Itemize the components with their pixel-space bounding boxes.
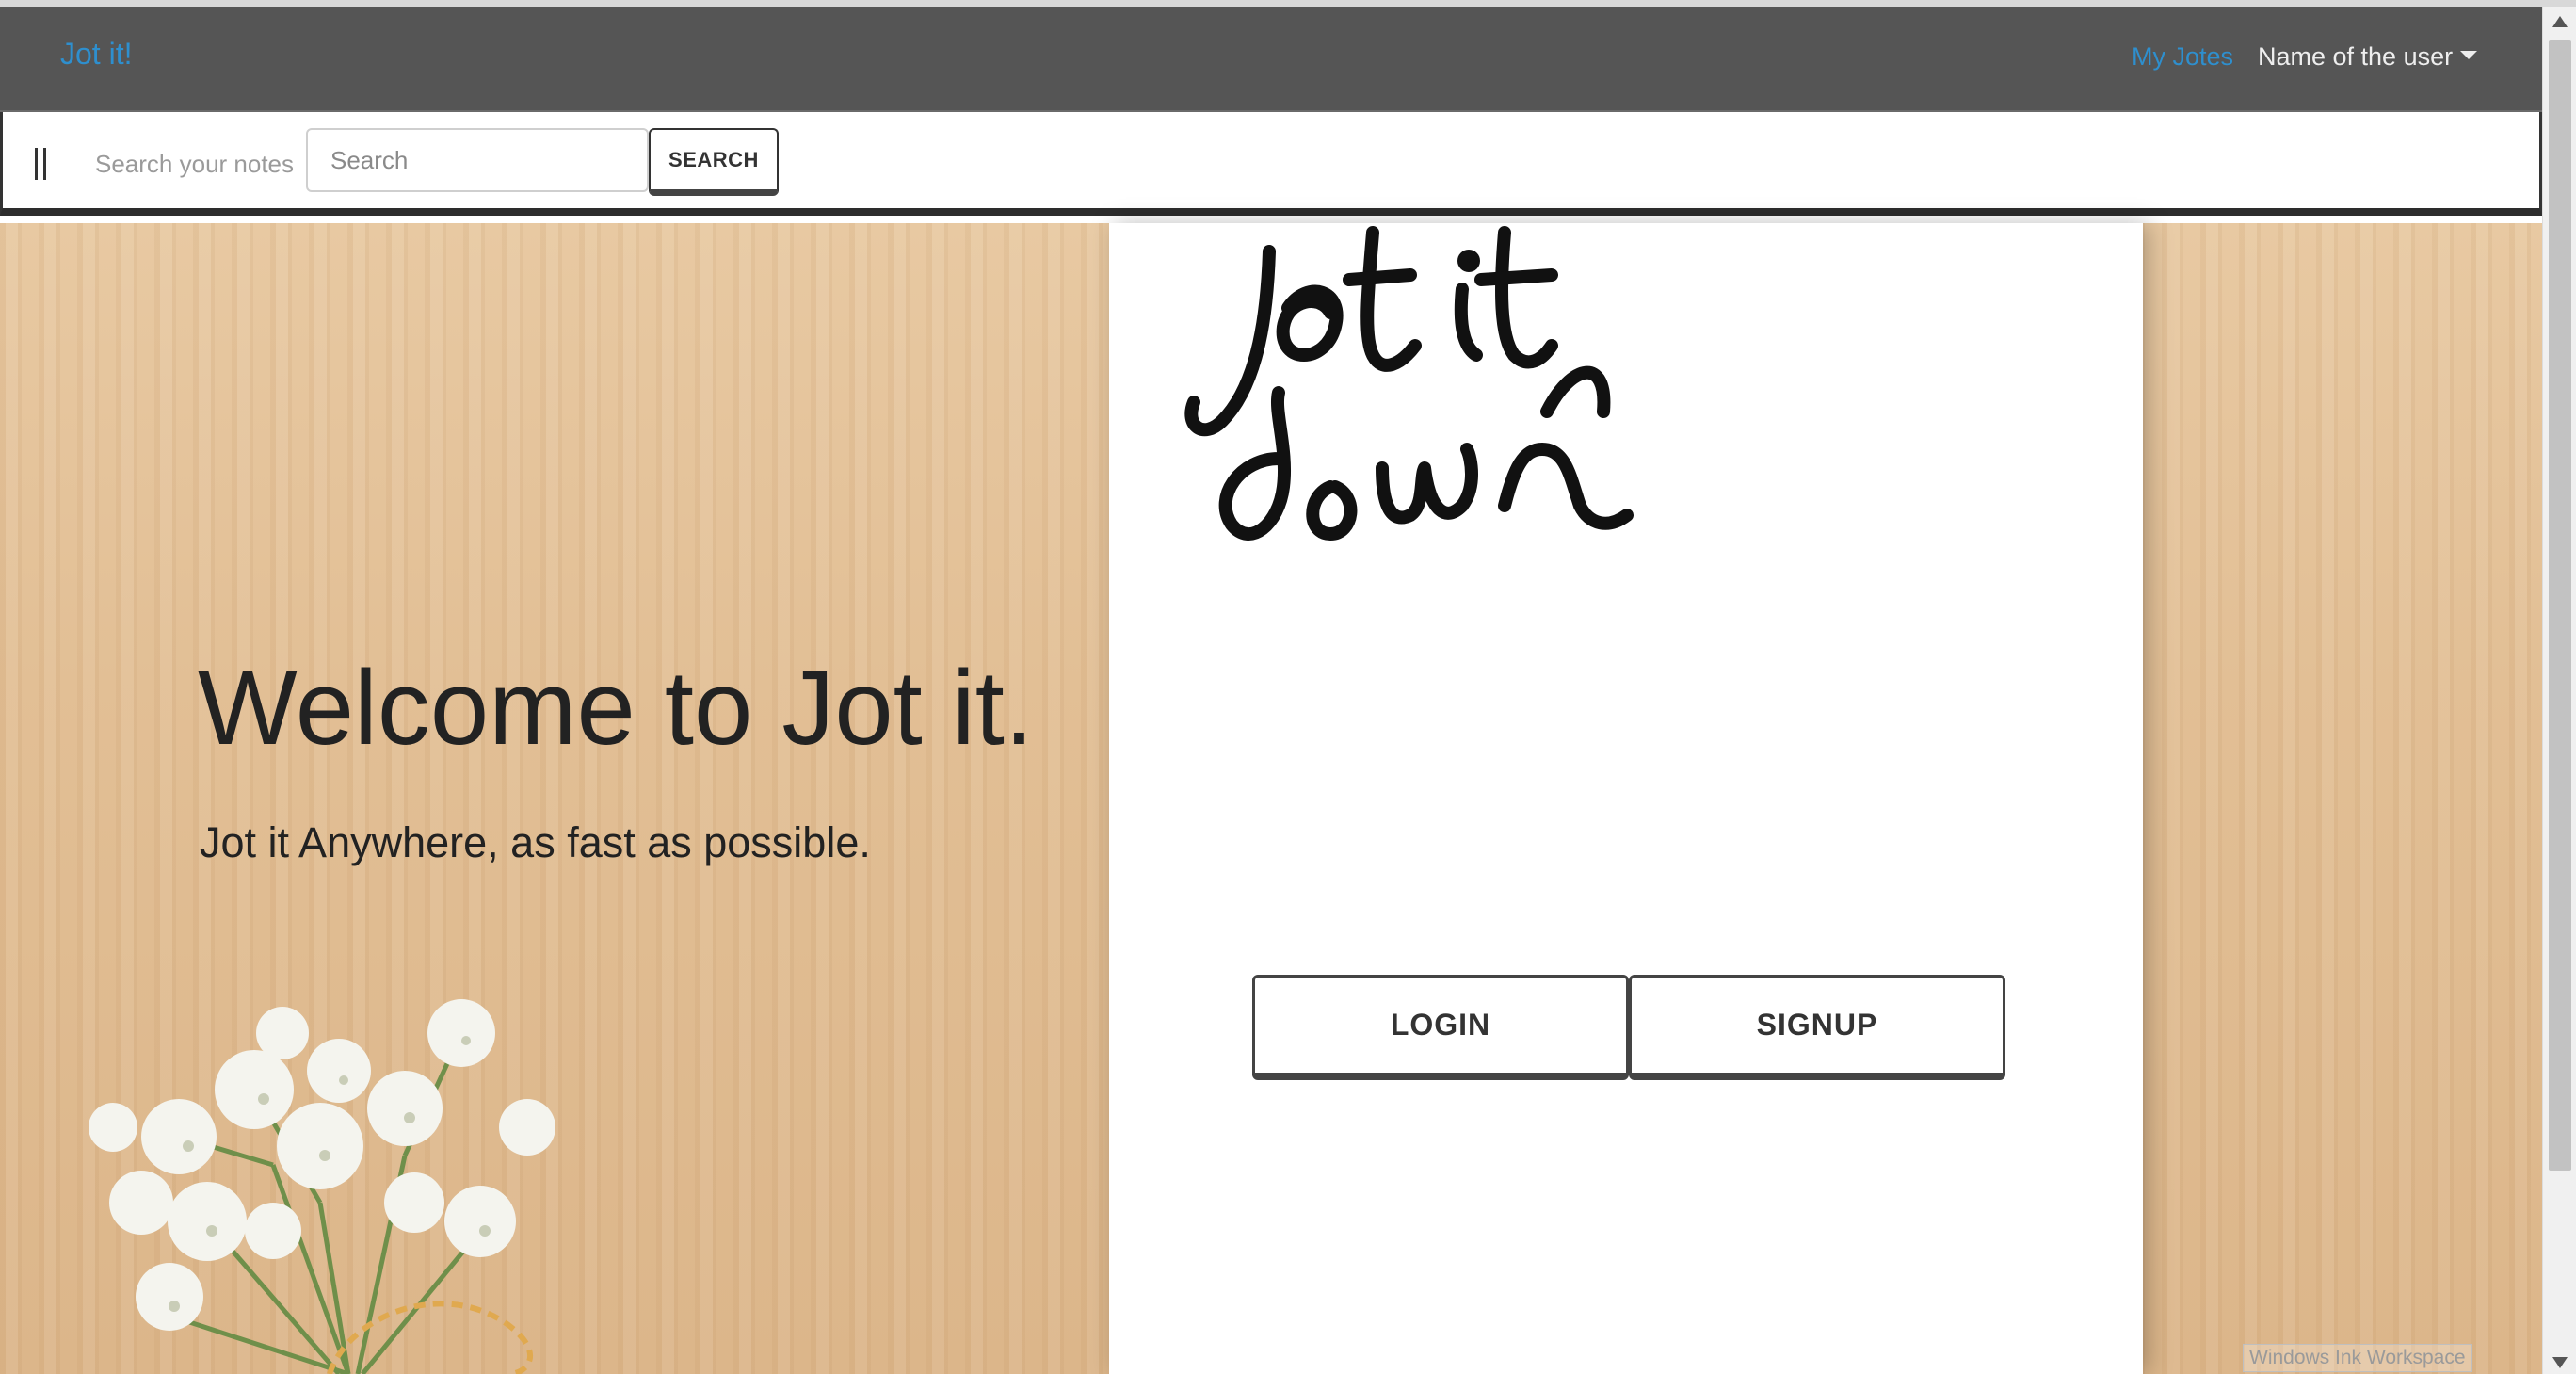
scroll-up-arrow-icon[interactable]	[2552, 16, 2568, 27]
chevron-down-icon	[2460, 51, 2478, 59]
search-button[interactable]: SEARCH	[649, 128, 779, 196]
page-scrollbar[interactable]	[2542, 7, 2576, 1374]
app-window: Jot it! My Jotes Name of the user Search…	[0, 0, 2576, 1374]
windows-ink-tooltip: Windows Ink Workspace	[2243, 1344, 2472, 1372]
logo-lettering	[1184, 226, 1634, 541]
browser-top-strip	[0, 0, 2576, 7]
sidebar-toggle-icon[interactable]	[35, 148, 46, 180]
user-menu-label: Name of the user	[2258, 42, 2454, 71]
hero-title: Welcome to Jot it.	[198, 649, 1035, 767]
search-input[interactable]	[306, 128, 649, 192]
signup-button[interactable]: SIGNUP	[1629, 975, 2005, 1080]
flowers-image	[89, 999, 555, 1374]
jot-it-down-logo	[1184, 226, 1634, 541]
hero-subtitle: Jot it Anywhere, as fast as possible.	[200, 818, 871, 866]
login-button[interactable]: LOGIN	[1252, 975, 1629, 1080]
nav-link-my-jotes[interactable]: My Jotes	[2132, 42, 2233, 72]
scrollbar-thumb[interactable]	[2549, 40, 2571, 1171]
user-menu-dropdown[interactable]: Name of the user	[2258, 42, 2478, 72]
search-bar: Search your notes SEARCH	[0, 112, 2542, 216]
hero-section: Welcome to Jot it. Jot it Anywhere, as f…	[0, 223, 2542, 1374]
scroll-down-arrow-icon[interactable]	[2552, 1357, 2568, 1368]
auth-button-group: LOGIN SIGNUP	[1252, 975, 2005, 1080]
search-label: Search your notes	[95, 150, 295, 178]
brand-link[interactable]: Jot it!	[60, 37, 132, 72]
navbar: Jot it! My Jotes Name of the user	[0, 7, 2542, 112]
hero-paper-panel: LOGIN SIGNUP	[1109, 223, 2143, 1374]
